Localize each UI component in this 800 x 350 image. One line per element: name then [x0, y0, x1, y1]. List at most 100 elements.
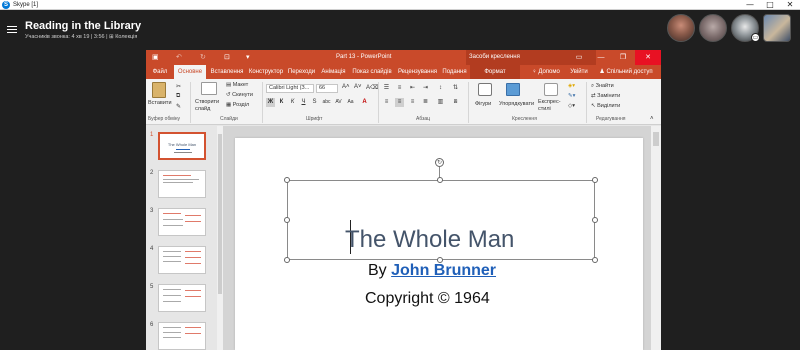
font-color-button[interactable]: A [360, 98, 369, 107]
italic-button[interactable]: К [288, 98, 297, 107]
numbering-icon[interactable]: ≡ [395, 84, 404, 93]
shape-effects-icon[interactable]: ◇▾ [568, 103, 575, 109]
clear-formatting-icon[interactable]: A⌫ [366, 84, 379, 91]
shape-outline-icon[interactable]: ✎▾ [568, 93, 575, 99]
shapes-icon[interactable] [478, 83, 492, 96]
resize-handle[interactable] [284, 177, 290, 183]
maximize-button[interactable]: □ [760, 0, 780, 10]
undo-icon[interactable]: ↶ [176, 52, 182, 63]
strikethrough-button[interactable]: abc [322, 98, 331, 107]
line-spacing-icon[interactable]: ↕ [436, 84, 445, 93]
slide-thumbnail-4[interactable] [158, 246, 206, 274]
slide-thumbnail-1[interactable]: The Whole Man [158, 132, 206, 160]
menu-icon[interactable] [7, 26, 17, 33]
customize-qat-icon[interactable]: ▾ [246, 52, 250, 63]
tab-view[interactable]: Подання [441, 65, 468, 79]
section-button[interactable]: ▦ Розділ [226, 102, 249, 108]
cut-icon[interactable]: ✂ [176, 83, 181, 90]
present-icon[interactable]: ⊡ [224, 52, 230, 63]
tab-slideshow[interactable]: Показ слайдів [350, 65, 394, 79]
byline[interactable]: By John Brunner [368, 262, 496, 280]
new-slide-icon[interactable] [201, 82, 217, 95]
minimize-button[interactable]: — [740, 0, 760, 10]
format-painter-icon[interactable]: ✎ [176, 103, 181, 110]
scrollbar-thumb[interactable] [218, 134, 222, 294]
underline-button[interactable]: Ч [299, 98, 308, 107]
decrease-indent-icon[interactable]: ⇤ [408, 84, 417, 93]
layout-button[interactable]: ▤ Макет [226, 82, 248, 88]
change-case-button[interactable]: Aa [346, 98, 355, 107]
scrollbar-thumb[interactable] [653, 132, 659, 146]
columns-icon[interactable]: ▥ [436, 98, 445, 107]
tell-me-box[interactable]: ♀ Допомо [526, 65, 566, 79]
increase-indent-icon[interactable]: ⇥ [421, 84, 430, 93]
bold-icon[interactable]: К [277, 98, 286, 107]
participant-avatar[interactable] [699, 14, 727, 42]
quick-styles-button[interactable]: Експрес-стилі [538, 99, 566, 113]
slide-thumbnail-5[interactable] [158, 284, 206, 312]
new-slide-button[interactable]: Створити слайд [195, 99, 225, 113]
slide-canvas[interactable]: ↻ The Whole Man By John Brunner Copyrigh… [235, 138, 643, 350]
slide-thumbnail-3[interactable] [158, 208, 206, 236]
tab-design[interactable]: Конструктор [247, 65, 285, 79]
shadow-button[interactable]: S [310, 98, 319, 107]
tab-review[interactable]: Рецензування [395, 65, 440, 79]
increase-font-icon[interactable]: A˄ [342, 84, 350, 90]
shape-fill-icon[interactable]: ◈▾ [568, 83, 575, 89]
slide-thumbnail-6[interactable] [158, 322, 206, 350]
participant-avatar[interactable] [763, 14, 791, 42]
smartart-icon[interactable]: ⧈ [451, 98, 460, 107]
tab-file[interactable]: Файл [148, 65, 172, 79]
shapes-button[interactable]: Фігури [475, 101, 491, 107]
tab-home[interactable]: Основне [174, 65, 206, 79]
redo-icon[interactable]: ↻ [200, 52, 206, 63]
align-center-icon[interactable]: ≡ [395, 98, 404, 107]
resize-handle[interactable] [284, 217, 290, 223]
font-size-select[interactable]: 66 [316, 84, 338, 93]
paste-icon[interactable] [152, 82, 166, 98]
tab-transitions[interactable]: Переходи [286, 65, 317, 79]
participant-avatar[interactable]: ▭ [731, 14, 760, 42]
close-button[interactable]: ✕ [780, 0, 800, 10]
ppt-close-button[interactable]: ✕ [635, 50, 661, 65]
align-right-icon[interactable]: ≡ [408, 98, 417, 107]
select-button[interactable]: ↖ Виділити [591, 103, 620, 109]
quick-styles-icon[interactable] [544, 83, 558, 96]
spacing-button[interactable]: AV [334, 98, 343, 107]
font-name-select[interactable]: Calibri Light (З... [266, 84, 314, 93]
slide-title[interactable]: The Whole Man [345, 226, 514, 254]
copy-icon[interactable]: ⧉ [176, 93, 180, 100]
resize-handle[interactable] [592, 177, 598, 183]
participant-avatar[interactable] [667, 14, 695, 42]
bullets-icon[interactable]: ☰ [382, 84, 391, 93]
arrange-button[interactable]: Упорядкувати [499, 101, 534, 107]
justify-icon[interactable]: ≣ [421, 98, 430, 107]
author-link[interactable]: John Brunner [391, 262, 496, 279]
conversation-title[interactable]: Reading in the Library [25, 20, 141, 32]
reset-button[interactable]: ↺ Скинути [226, 92, 253, 98]
text-direction-icon[interactable]: ⇅ [451, 84, 460, 93]
share-button[interactable]: ♟ Спільний доступ [593, 65, 659, 79]
find-button[interactable]: ⌕ Знайти [591, 83, 614, 90]
tab-insert[interactable]: Вставлення [207, 65, 247, 79]
resize-handle[interactable] [284, 257, 290, 263]
tab-format[interactable]: Формат [470, 65, 520, 79]
align-left-icon[interactable]: ≡ [382, 98, 391, 107]
resize-handle[interactable] [592, 257, 598, 263]
bold-button[interactable]: Ж [266, 98, 275, 107]
ribbon-display-button[interactable]: ▭ [570, 50, 588, 65]
ppt-restore-button[interactable]: ❐ [614, 50, 632, 65]
replace-button[interactable]: ⇄ Замінити [591, 93, 620, 99]
resize-handle[interactable] [592, 217, 598, 223]
tab-animations[interactable]: Анімація [318, 65, 349, 79]
copyright-text[interactable]: Copyright © 1964 [365, 290, 490, 308]
collapse-ribbon-icon[interactable]: ˄ [650, 116, 654, 122]
editor-scrollbar[interactable] [651, 126, 661, 350]
decrease-font-icon[interactable]: A˅ [354, 84, 362, 90]
resize-handle[interactable] [437, 177, 443, 183]
paste-button[interactable]: Вставити [148, 100, 172, 106]
slide-thumbnail-2[interactable] [158, 170, 206, 198]
save-icon[interactable]: ▣ [152, 52, 159, 63]
ppt-minimize-button[interactable]: — [592, 50, 610, 65]
sign-in-link[interactable]: Увійти [567, 65, 591, 79]
